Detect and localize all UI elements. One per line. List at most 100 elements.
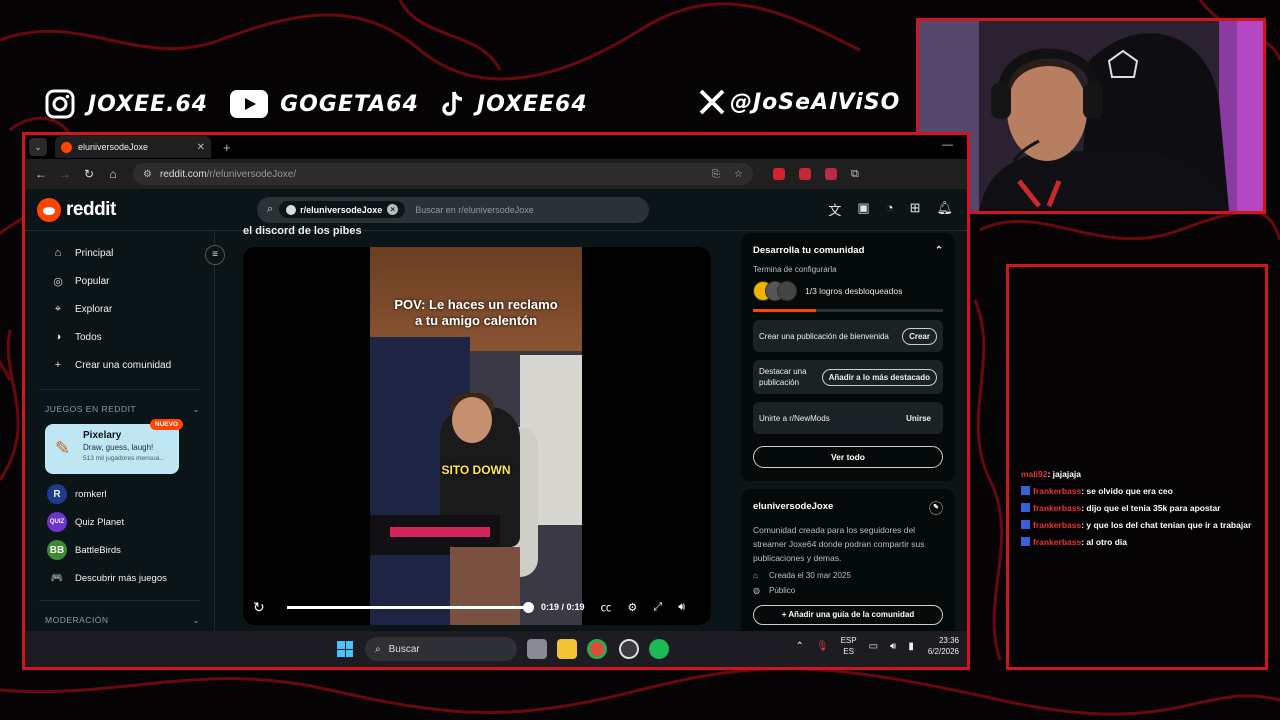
back-button[interactable]: ←: [29, 167, 53, 181]
extension-icon[interactable]: [825, 168, 837, 180]
chrome-icon[interactable]: [587, 639, 607, 659]
chat-icon[interactable]: ◔: [886, 200, 894, 219]
home-button[interactable]: ⌂: [101, 167, 125, 181]
chevron-up-icon[interactable]: ⌃: [795, 641, 803, 652]
reddit-search-bar[interactable]: ⌕ r/eluniversodeJoxe × Buscar en r/eluni…: [257, 196, 649, 223]
new-badge: NUEVO: [149, 419, 183, 430]
extensions-puzzle-icon[interactable]: ⧉: [851, 168, 859, 181]
volume-icon[interactable]: 🔊︎: [890, 641, 896, 652]
games-section-header[interactable]: JUEGOS EN REDDIT ⌄: [25, 400, 214, 418]
settings-gear-icon[interactable]: ⚙: [628, 601, 638, 614]
chat-username[interactable]: frankerbass: [1033, 537, 1081, 547]
battery-icon[interactable]: ▮: [908, 641, 914, 652]
game-item[interactable]: 🎮 Descubrir más juegos: [25, 564, 214, 592]
chat-text: : dijo que el tenia 35k para apostar: [1081, 503, 1221, 513]
address-url: reddit.com/r/eluniversodeJoxe/: [160, 169, 712, 180]
replay-icon[interactable]: ↻: [253, 599, 277, 616]
edit-pencil-icon[interactable]: ✎: [929, 501, 943, 515]
sidebar-item-popular[interactable]: ◎ Popular: [25, 267, 214, 295]
pixelary-game-card[interactable]: ✎ Pixelary Draw, guess, laugh! 513 mil j…: [45, 419, 183, 474]
youtube-handle: GOGETA64: [230, 88, 419, 120]
network-icon[interactable]: ▭: [869, 641, 878, 652]
sidebar-item-explorar[interactable]: ⌖ Explorar: [25, 295, 214, 323]
chat-message: frankerbass: y que los del chat tenian q…: [1021, 518, 1261, 532]
minimize-window-button[interactable]: —: [942, 139, 953, 151]
file-explorer-icon[interactable]: [557, 639, 577, 659]
tab-search-button[interactable]: ⌄: [29, 138, 47, 156]
spotify-icon[interactable]: [649, 639, 669, 659]
install-app-icon[interactable]: ⎘: [712, 169, 720, 180]
chat-username[interactable]: frankerbass: [1033, 520, 1081, 530]
ads-icon[interactable]: ▣: [857, 200, 869, 219]
game-item[interactable]: QUIZ Quiz Planet: [25, 508, 214, 536]
microphone-icon[interactable]: 🎙︎: [816, 641, 829, 652]
search-placeholder: Buscar en r/eluniversodeJoxe: [415, 204, 534, 215]
video-progress-knob[interactable]: [523, 601, 534, 613]
explore-icon: ⌖: [54, 302, 62, 315]
sidebar-item-todos[interactable]: ◑ Todos: [25, 323, 214, 351]
collapse-sidebar-button[interactable]: ≡: [205, 245, 225, 265]
forward-button[interactable]: →: [53, 167, 77, 181]
game-item[interactable]: BB BattleBirds: [25, 536, 214, 564]
sidebar-item-crear-una-comunidad[interactable]: + Crear una comunidad: [25, 351, 214, 379]
community-visibility-text: Público: [769, 586, 796, 595]
extension-icon[interactable]: [799, 168, 811, 180]
add-guide-button[interactable]: + Añadir una guía de la comunidad: [753, 605, 943, 625]
taskbar-search[interactable]: ⌕ Buscar: [365, 637, 517, 661]
game-item-label: Descubrir más juegos: [75, 572, 167, 584]
task-button[interactable]: Unirse: [900, 411, 937, 426]
moderation-section-header[interactable]: MODERACIÓN ⌄: [25, 611, 214, 629]
game-item[interactable]: Rromkerl: [25, 480, 214, 508]
video-player[interactable]: POV: Le haces un reclamo a tu amigo cale…: [243, 247, 711, 625]
sidebar-item-principal[interactable]: ⌂ Principal: [25, 239, 214, 267]
volume-icon[interactable]: 🔊︎: [678, 601, 685, 614]
sidebar-item-label: Popular: [75, 275, 110, 287]
chevron-up-icon[interactable]: ⌃: [935, 245, 943, 256]
task-label: Destacar una publicación: [759, 367, 807, 387]
language-indicator[interactable]: ESP ES: [841, 635, 857, 657]
chat-username[interactable]: frankerbass: [1033, 503, 1081, 513]
obs-icon[interactable]: [619, 639, 639, 659]
task-button[interactable]: Añadir a lo más destacado: [821, 368, 937, 386]
chevron-down-icon: ⌄: [192, 403, 200, 414]
youtube-icon: [230, 88, 269, 120]
extension-icon[interactable]: [773, 168, 785, 180]
notifications-icon[interactable]: 🔔︎: [936, 200, 953, 219]
fullscreen-icon[interactable]: ⤢: [653, 601, 662, 614]
task-label: Crear una publicación de bienvenida: [759, 331, 889, 341]
game-icon: BB: [47, 540, 67, 560]
bookmark-star-icon[interactable]: ☆: [734, 169, 743, 180]
clear-chip-icon[interactable]: ×: [387, 204, 399, 215]
site-info-icon[interactable]: ⚙: [143, 169, 152, 180]
game-item-label: BattleBirds: [75, 544, 121, 556]
video-progress-bar[interactable]: [287, 601, 534, 613]
x-handle-text: @JoSeAlViSO: [730, 89, 901, 115]
browser-tab[interactable]: eluniversodeJoxe ✕: [55, 136, 211, 158]
taskbar-clock[interactable]: 23:36 6/2/2026: [928, 635, 959, 657]
new-tab-button[interactable]: +: [223, 140, 231, 155]
reddit-logo[interactable]: reddit: [37, 197, 257, 222]
achievement-badge-icon: [777, 281, 797, 301]
task-button[interactable]: Crear: [902, 327, 937, 345]
subreddit-search-chip[interactable]: r/eluniversodeJoxe ×: [279, 201, 406, 218]
taskbar-search-label: Buscar: [388, 643, 420, 655]
chat-text: : y que los del chat tenian que ir a tra…: [1081, 520, 1252, 530]
see-all-button[interactable]: Ver todo: [753, 446, 943, 468]
post-title[interactable]: el discord de los pibes: [243, 225, 362, 237]
video-frame: POV: Le haces un reclamo a tu amigo cale…: [370, 247, 582, 625]
chat-username[interactable]: mali92: [1021, 469, 1047, 479]
task-view-icon[interactable]: [527, 639, 547, 659]
community-builder-header[interactable]: Desarrolla tu comunidad ⌃: [753, 245, 943, 256]
reload-button[interactable]: ↻: [77, 167, 101, 181]
chat-username[interactable]: frankerbass: [1033, 486, 1081, 496]
captions-icon[interactable]: ㏄: [601, 599, 612, 615]
address-bar[interactable]: ⚙ reddit.com/r/eluniversodeJoxe/ ⎘ ☆: [133, 163, 753, 185]
pencil-icon: ✎: [55, 438, 71, 458]
community-builder-widget: Desarrolla tu comunidad ⌃ Termina de con…: [741, 233, 955, 481]
windows-start-icon[interactable]: [337, 641, 353, 657]
translate-icon[interactable]: 文: [828, 200, 841, 219]
achievements-progress-fill: [753, 309, 816, 312]
close-tab-icon[interactable]: ✕: [197, 142, 205, 153]
create-post-icon[interactable]: ⊞: [910, 200, 921, 219]
video-controls: ↻ 0:19 / 0:19 ㏄ ⚙ ⤢ 🔊︎: [243, 589, 711, 625]
